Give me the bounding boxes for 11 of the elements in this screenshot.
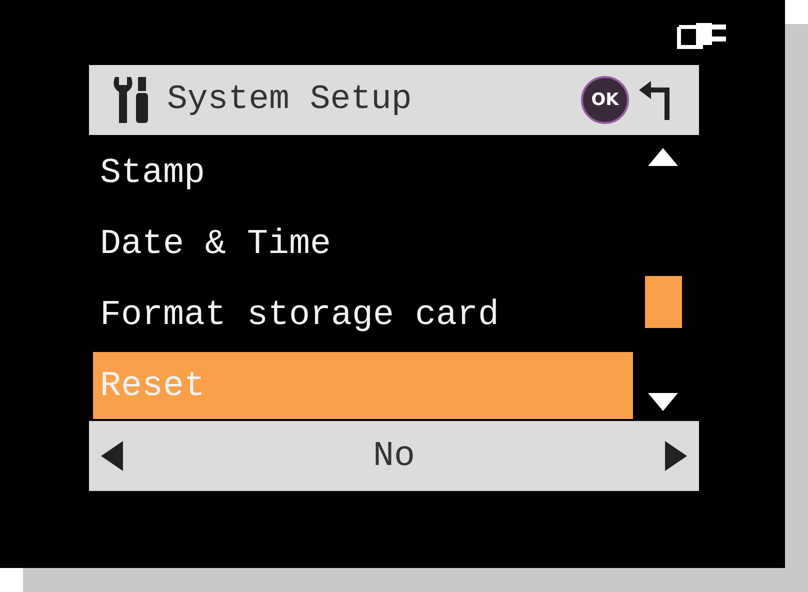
scroll-down-icon[interactable]	[648, 393, 678, 411]
next-arrow-icon[interactable]	[664, 441, 687, 471]
option-value: No	[372, 436, 415, 476]
scroll-up-icon[interactable]	[648, 148, 678, 166]
previous-arrow-icon[interactable]	[101, 441, 123, 471]
menu-item[interactable]: Date & Time	[93, 210, 633, 277]
menu-title: System Setup	[167, 81, 413, 119]
ok-button[interactable]: OK	[581, 76, 629, 124]
menu-item[interactable]: Stamp	[93, 139, 633, 206]
scroll-thumb[interactable]	[644, 276, 682, 328]
menu-item[interactable]: Format storage card	[93, 281, 633, 348]
